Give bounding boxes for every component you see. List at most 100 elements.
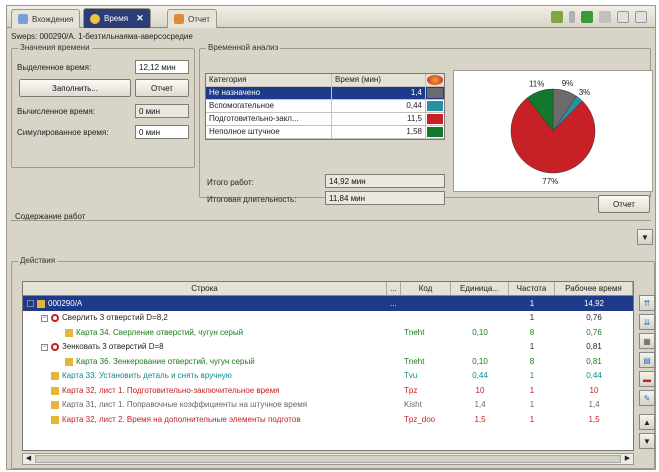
column-header-work-time[interactable]: Рабочее время [555,282,633,295]
grid-icon[interactable]: ▦ [639,333,655,349]
row-work-time: 1,4 [588,400,600,410]
pie-slice-label: 9% [562,79,574,88]
minimize-icon[interactable] [617,11,629,23]
close-icon[interactable]: ✕ [136,13,144,24]
tab-report[interactable]: Отчет [167,9,217,28]
operation-icon [51,314,59,323]
row-unit: 0,44 [472,371,488,381]
table-row[interactable]: − Сверлить 3 отверстий D=8,2 1 0,76 [23,311,633,326]
row-work-time: 0,81 [586,356,602,366]
column-header-time[interactable]: Время (мин) [332,74,426,86]
refresh-icon[interactable] [599,11,611,23]
collapse-icon[interactable]: − [27,300,34,308]
table-row[interactable]: Карта 32, лист 2. Время на дополнительны… [23,412,633,427]
maximize-icon[interactable] [635,11,647,23]
row-text: Карта 32, лист 1. Подготовительно-заключ… [62,385,280,395]
edit-icon[interactable]: ✎ [639,390,655,406]
row-frequency: 1 [529,342,535,352]
pie-slice-label: 3% [579,88,591,97]
toolbar [551,11,647,23]
dropdown-arrow-icon[interactable] [569,11,575,23]
category-row[interactable]: Вспомогательное 0,44 [206,100,444,113]
scroll-down-button[interactable]: ▼ [639,433,655,449]
tab-occurrences[interactable]: Вхождения [11,9,81,28]
horizontal-scrollbar[interactable]: ◀ ▶ [22,453,634,465]
table-row[interactable]: − 000290/А... 1 14,92 [23,296,633,311]
category-name: Неполное штучное [206,126,332,138]
category-row[interactable]: Подготовительно-закл... 11,5 [206,113,444,126]
table-row[interactable]: Карта 36. Зенкерование отверстий, чугун … [23,354,633,369]
folder-icon [51,372,59,381]
row-work-time: 0,81 [586,342,602,352]
row-text: Карта 32, лист 2. Время на дополнительны… [62,414,301,424]
table-icon[interactable]: ▤ [639,352,655,368]
check-icon[interactable] [581,11,593,23]
column-header-category[interactable]: Категория [206,74,332,86]
scroll-thumb[interactable] [35,455,621,463]
column-header-row[interactable]: Строка [23,282,387,295]
chart-report-button[interactable]: Отчет [598,195,650,213]
row-text-cell: Карта 32, лист 1. Подготовительно-заключ… [23,386,387,395]
row-text: Карта 36. Зенкерование отверстий, чугун … [76,356,255,366]
table-row[interactable]: Карта 31, лист 1. Поправочные коэффициен… [23,398,633,413]
row-text: Карта 31, лист 1. Поправочные коэффициен… [62,400,308,410]
table-header: Строка ... Код Единица... Частота Рабоче… [23,282,633,296]
simulated-time-field[interactable]: 0 мин [135,125,189,139]
row-text-cell: − Сверлить 3 отверстий D=8,2 [23,313,387,322]
row-text: Карта 33. Установить деталь и снять вруч… [62,371,232,381]
category-row[interactable]: Не назначено 1,4 [206,87,444,100]
color-column-header [426,74,444,86]
table-row[interactable]: Карта 32, лист 1. Подготовительно-заключ… [23,383,633,398]
row-text-cell: Карта 32, лист 2. Время на дополнительны… [23,415,387,424]
folder-icon [51,401,59,410]
scroll-up-button[interactable]: ▲ [639,414,655,430]
scroll-left-icon[interactable]: ◀ [23,454,34,464]
actions-table: Строка ... Код Единица... Частота Рабоче… [22,281,634,451]
column-header-code[interactable]: Код [401,282,451,295]
category-name: Подготовительно-закл... [206,113,332,125]
table-row[interactable]: − Зенковать 3 отверстий D=8 1 0,81 [23,340,633,355]
table-row[interactable]: Карта 34. Сверление отверстий, чугун сер… [23,325,633,340]
group-title: Временной анализ [206,43,281,52]
move-up-button[interactable]: ⇈ [639,295,655,311]
category-time: 0,44 [332,100,426,112]
category-time: 11,5 [332,113,426,125]
expand-content-button[interactable]: ▼ [637,229,653,245]
collapse-icon[interactable]: − [41,343,48,351]
report-button[interactable]: Отчет [135,79,189,97]
scroll-right-icon[interactable]: ▶ [622,454,633,464]
clock-icon [90,13,100,24]
column-header-frequency[interactable]: Частота [509,282,555,295]
allotted-time-field[interactable]: 12,12 мин [135,60,189,74]
tab-bar: Вхождения Время ✕ Отчет [7,6,655,28]
row-text-cell: Карта 34. Сверление отверстий, чугун сер… [23,328,387,337]
operation-icon [51,343,59,352]
fill-button[interactable]: Заполнить... [19,79,131,97]
chart-tool-icon[interactable] [551,11,563,23]
column-header-unit[interactable]: Единица... [451,282,509,295]
category-color-swatch [426,100,444,112]
row-work-time: 1,5 [588,414,600,424]
row-text-cell: − 000290/А [23,299,387,308]
calculated-time-field[interactable]: 0 мин [135,104,189,118]
category-color-swatch [426,113,444,125]
row-frequency: 8 [529,327,535,337]
move-down-button[interactable]: ⇊ [639,314,655,330]
table-row[interactable]: Карта 33. Установить деталь и снять вруч… [23,369,633,384]
row-work-time: 0,44 [586,371,602,381]
total-work-field: 14,92 мин [325,174,445,188]
column-header-dots[interactable]: ... [387,282,401,295]
allotted-time-label: Выделенное время: [17,63,92,72]
category-time: 1,58 [332,126,426,138]
row-frequency: 1 [529,385,535,395]
pie-legend-icon [427,75,443,85]
category-row[interactable]: Неполное штучное 1,58 [206,126,444,139]
row-work-time: 10 [589,385,599,395]
row-dots[interactable]: ... [387,299,401,308]
collapse-icon[interactable]: − [41,314,48,322]
row-work-time: 14,92 [583,298,605,308]
row-text: 000290/А [48,298,83,308]
delete-icon[interactable]: ▬ [639,371,655,387]
pie-slice-label: 77% [542,177,558,186]
tab-time[interactable]: Время ✕ [83,8,151,28]
